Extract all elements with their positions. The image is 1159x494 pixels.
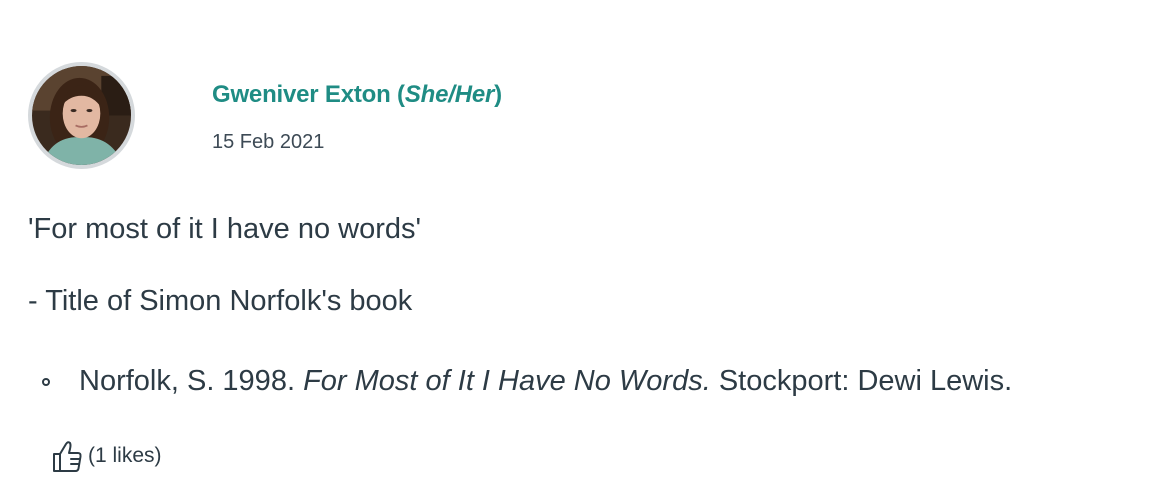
author-link[interactable]: Gweniver Exton (She/Her) — [212, 81, 502, 109]
author-pronouns: (She/Her) — [390, 81, 502, 108]
reference-list: Norfolk, S. 1998. For Most of It I Have … — [28, 364, 1012, 398]
author-name: Gweniver Exton — [212, 81, 391, 108]
reference-publisher: Stockport: Dewi Lewis. — [710, 365, 1013, 397]
discussion-entry: Gweniver Exton (She/Her) 15 Feb 2021 'Fo… — [0, 0, 1159, 494]
attribution-text: - Title of Simon Norfolk's book — [28, 285, 413, 317]
likes-count: (1 likes) — [88, 444, 162, 467]
reference-citation: Norfolk, S. 1998. — [79, 365, 304, 397]
quote-text: 'For most of it I have no words' — [28, 213, 422, 245]
avatar-photo — [32, 66, 131, 165]
thumbs-up-icon — [53, 441, 82, 472]
list-bullet — [42, 378, 50, 386]
reference-title: For Most of It I Have No Words. — [303, 365, 711, 397]
reference-item: Norfolk, S. 1998. For Most of It I Have … — [28, 364, 1012, 398]
post-date: 15 Feb 2021 — [212, 131, 325, 153]
avatar[interactable] — [28, 62, 135, 169]
like-area: (1 likes) — [50, 438, 162, 474]
like-button[interactable] — [50, 438, 84, 474]
